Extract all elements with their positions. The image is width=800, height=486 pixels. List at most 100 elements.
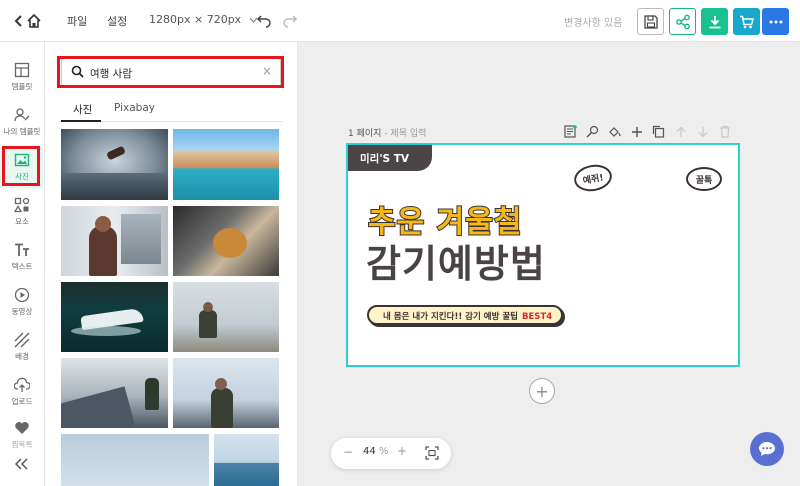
canvas-area: 1 페이지 - 제목 입력 미리'S TV 예쥐! 꿀톡 추운 겨울철 감기예방… <box>298 42 800 486</box>
photo-thumbnail[interactable] <box>173 282 279 352</box>
design-title-line2[interactable]: 감기예방법 <box>366 233 546 288</box>
zoom-control: − 44 % + <box>331 438 451 469</box>
copy-icon <box>652 125 665 138</box>
top-toolbar: 파일 설정 1280px × 720px 변경사항 있음 <box>0 0 800 42</box>
photo-thumbnail[interactable] <box>61 358 168 428</box>
elements-icon <box>14 197 30 213</box>
page-tools <box>563 124 732 139</box>
add-page-tool-button[interactable] <box>629 124 644 139</box>
page-number: 1 페이지 <box>348 129 382 139</box>
sidebar-item-label: 동영상 <box>11 307 33 316</box>
paint-bucket-icon <box>609 127 621 137</box>
video-icon <box>14 287 30 303</box>
more-dots-icon <box>769 20 782 23</box>
zoom-in-button[interactable]: + <box>397 444 407 458</box>
share-button[interactable] <box>669 8 696 35</box>
magic-wand-icon <box>586 125 599 138</box>
photo-panel: 여행 사람 × 사진 Pixabay <box>45 42 298 486</box>
photo-thumbnail[interactable] <box>61 129 168 200</box>
undo-icon[interactable] <box>256 12 272 28</box>
chat-support-button[interactable] <box>750 432 784 466</box>
background-icon <box>14 332 30 348</box>
menu-file[interactable]: 파일 <box>67 13 87 29</box>
more-button[interactable] <box>762 8 789 35</box>
canvas-size-label: 1280px × 720px <box>149 13 242 26</box>
my-template-icon <box>14 108 30 122</box>
trash-icon <box>719 125 730 138</box>
canvas-size-dropdown[interactable]: 1280px × 720px <box>149 13 258 26</box>
page-animation-button[interactable] <box>585 124 600 139</box>
zoom-unit: % <box>379 446 389 457</box>
chevron-left-icon <box>14 15 22 27</box>
pill-text: 내 몸은 내가 지킨다!! 감기 예방 꿀팁 <box>383 312 518 322</box>
sidebar-item-label: 템플릿 <box>11 82 33 91</box>
photo-thumbnail[interactable] <box>61 206 168 276</box>
save-status-text: 변경사항 있음 <box>564 18 623 29</box>
page-bg-color-button[interactable] <box>607 124 622 139</box>
save-icon <box>643 14 658 29</box>
home-icon <box>27 13 41 28</box>
left-sidebar: 템플릿 나의 템플릿 사진 요소 텍스트 동영상 배경 업로드 찜목록 <box>0 42 45 486</box>
highlight-box-photo <box>2 146 40 186</box>
photo-thumbnail[interactable] <box>173 129 279 200</box>
text-icon <box>15 243 29 256</box>
photo-thumbnail[interactable] <box>61 434 209 486</box>
arrow-up-icon <box>676 126 685 137</box>
design-page[interactable]: 미리'S TV 예쥐! 꿀톡 추운 겨울철 감기예방법 내 몸은 내가 지킨다!… <box>346 143 740 367</box>
arrow-down-icon <box>698 126 707 137</box>
design-subtitle-pill[interactable]: 내 몸은 내가 지킨다!! 감기 예방 꿀팁 BEST4 <box>367 305 563 325</box>
redo-icon[interactable] <box>282 12 298 28</box>
speech-bubble-1[interactable]: 예쥐! <box>572 161 614 195</box>
cart-icon <box>740 15 754 28</box>
photo-thumbnail[interactable] <box>173 206 279 276</box>
speech-bubble-2[interactable]: 꿀톡 <box>686 167 722 191</box>
zoom-value[interactable]: 44 <box>363 446 376 457</box>
sidebar-item-upload[interactable]: 업로드 <box>0 373 44 413</box>
page-title-input[interactable]: - 제목 입력 <box>384 129 426 139</box>
sidebar-item-video[interactable]: 동영상 <box>0 283 44 323</box>
template-icon <box>14 62 30 78</box>
plus-icon <box>631 126 642 137</box>
highlight-box-search <box>57 56 284 88</box>
sidebar-item-my-template[interactable]: 나의 템플릿 <box>0 103 44 143</box>
photo-thumbnail[interactable] <box>61 282 168 352</box>
tab-pixabay[interactable]: Pixabay <box>114 102 155 114</box>
active-tab-indicator <box>61 120 101 122</box>
back-home-button[interactable] <box>14 10 44 32</box>
upload-icon <box>14 377 30 392</box>
download-icon <box>709 15 720 28</box>
channel-badge[interactable]: 미리'S TV <box>348 145 432 171</box>
cart-button[interactable] <box>733 8 760 35</box>
delete-page-button[interactable] <box>717 124 732 139</box>
move-page-down-button[interactable] <box>695 124 710 139</box>
share-icon <box>675 14 690 29</box>
photo-thumbnail[interactable] <box>214 434 279 486</box>
sidebar-item-label: 배경 <box>15 352 29 361</box>
sidebar-item-text[interactable]: 텍스트 <box>0 238 44 278</box>
sidebar-item-label: 텍스트 <box>11 262 33 271</box>
menu-settings[interactable]: 설정 <box>107 13 127 29</box>
sidebar-item-template[interactable]: 템플릿 <box>0 58 44 98</box>
download-button[interactable] <box>701 8 728 35</box>
chat-icon <box>759 442 775 456</box>
tab-photo[interactable]: 사진 <box>73 102 92 117</box>
photo-thumbnail[interactable] <box>173 358 279 428</box>
zoom-out-button[interactable]: − <box>343 445 353 459</box>
add-page-button[interactable]: + <box>529 378 555 404</box>
memo-icon <box>564 125 577 138</box>
sidebar-item-label: 나의 템플릿 <box>3 127 41 136</box>
sidebar-item-label: 업로드 <box>11 397 33 406</box>
save-button[interactable] <box>637 8 664 35</box>
duplicate-page-button[interactable] <box>651 124 666 139</box>
move-page-up-button[interactable] <box>673 124 688 139</box>
pill-best-text: BEST4 <box>522 312 553 322</box>
sidebar-item-elements[interactable]: 요소 <box>0 193 44 233</box>
sidebar-item-label: 찜목록 <box>11 440 33 449</box>
photo-source-tabs: 사진 Pixabay <box>61 98 283 122</box>
heart-icon <box>15 422 29 434</box>
sidebar-item-label: 요소 <box>15 217 29 226</box>
fit-screen-icon[interactable] <box>425 446 439 460</box>
collapse-sidebar-icon[interactable] <box>15 458 29 470</box>
page-memo-button[interactable] <box>563 124 578 139</box>
sidebar-item-background[interactable]: 배경 <box>0 328 44 368</box>
